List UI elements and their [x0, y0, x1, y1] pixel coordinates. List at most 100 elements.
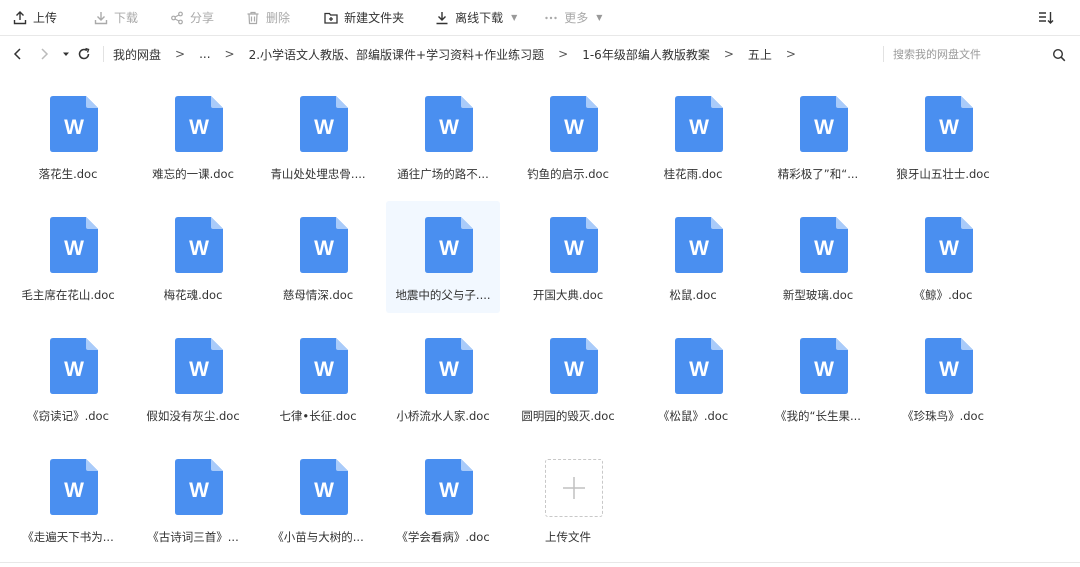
new-folder-button[interactable]: 新建文件夹: [311, 0, 418, 36]
file-name: 难忘的一课.doc: [152, 167, 234, 181]
svg-text:W: W: [314, 479, 334, 502]
file-item[interactable]: W 《珍珠鸟》.doc: [886, 322, 1000, 434]
file-name: 毛主席在花山.doc: [21, 288, 115, 302]
breadcrumb-item[interactable]: 我的网盘: [113, 46, 161, 63]
sort-icon[interactable]: [1038, 10, 1054, 26]
back-arrow-icon[interactable]: [11, 47, 25, 61]
breadcrumb-item[interactable]: ...: [199, 47, 210, 61]
file-name: 《学会看病》.doc: [396, 530, 490, 544]
svg-text:W: W: [439, 358, 459, 381]
word-doc-icon: W: [800, 338, 848, 394]
file-item[interactable]: W 地震中的父与子....: [386, 201, 500, 313]
svg-text:W: W: [314, 116, 334, 139]
file-name: 《珍珠鸟》.doc: [902, 409, 984, 423]
more-label: 更多: [564, 11, 589, 25]
file-item[interactable]: W 《窃读记》.doc: [11, 322, 125, 434]
svg-text:W: W: [189, 237, 209, 260]
forward-arrow-icon[interactable]: [37, 47, 51, 61]
file-item[interactable]: W 假如没有灰尘.doc: [136, 322, 250, 434]
file-name: 青山处处埋忠骨....: [270, 167, 366, 181]
file-item[interactable]: W 精彩极了”和“...: [761, 80, 875, 192]
breadcrumb-separator-icon: >: [224, 47, 235, 61]
file-name: 《松鼠》.doc: [657, 409, 729, 423]
file-name: 新型玻璃.doc: [782, 288, 854, 302]
file-name: 桂花雨.doc: [663, 167, 723, 181]
more-dots-icon: [544, 11, 558, 25]
svg-text:W: W: [689, 358, 709, 381]
upload-icon: [13, 10, 27, 25]
file-item[interactable]: W 狼牙山五壮士.doc: [886, 80, 1000, 192]
file-item[interactable]: W 松鼠.doc: [636, 201, 750, 313]
word-doc-icon: W: [300, 217, 348, 273]
download-button[interactable]: 下载: [81, 0, 152, 36]
file-item[interactable]: W 落花生.doc: [11, 80, 125, 192]
file-item[interactable]: W 钓鱼的启示.doc: [511, 80, 625, 192]
file-item[interactable]: W 梅花魂.doc: [136, 201, 250, 313]
svg-text:W: W: [64, 116, 84, 139]
file-item[interactable]: W 通往广场的路不...: [386, 80, 500, 192]
svg-text:W: W: [439, 116, 459, 139]
svg-text:W: W: [689, 237, 709, 260]
svg-text:W: W: [814, 358, 834, 381]
word-doc-icon: W: [300, 338, 348, 394]
trash-icon: [246, 11, 260, 25]
file-item[interactable]: W 桂花雨.doc: [636, 80, 750, 192]
word-doc-icon: W: [50, 217, 98, 273]
file-item[interactable]: W 七律•长征.doc: [261, 322, 375, 434]
svg-text:W: W: [314, 358, 334, 381]
offline-download-label: 离线下载: [455, 11, 504, 25]
file-item[interactable]: W 《古诗词三首》...: [136, 443, 250, 555]
file-item[interactable]: W 青山处处埋忠骨....: [261, 80, 375, 192]
file-name: 《我的“长生果...: [775, 409, 861, 423]
word-doc-icon: W: [550, 338, 598, 394]
offline-download-icon: [435, 11, 449, 25]
file-item[interactable]: W 毛主席在花山.doc: [11, 201, 125, 313]
word-doc-icon: W: [50, 459, 98, 515]
word-doc-icon: W: [50, 96, 98, 152]
offline-download-button[interactable]: 离线下载 ▼: [422, 0, 531, 36]
file-item[interactable]: W 《鲸》.doc: [886, 201, 1000, 313]
file-item[interactable]: W 慈母情深.doc: [261, 201, 375, 313]
file-name: 松鼠.doc: [669, 288, 717, 302]
file-item[interactable]: W 难忘的一课.doc: [136, 80, 250, 192]
svg-text:W: W: [939, 358, 959, 381]
chevron-down-icon: ▼: [596, 13, 603, 22]
share-label: 分享: [190, 11, 215, 25]
word-doc-icon: W: [550, 217, 598, 273]
history-dropdown-icon[interactable]: [59, 47, 73, 61]
upload-file-tile[interactable]: 上传文件: [511, 443, 625, 555]
refresh-icon[interactable]: [77, 47, 91, 61]
breadcrumb-item[interactable]: 2.小学语文人教版、部编版课件+学习资料+作业练习题: [249, 46, 545, 63]
breadcrumb-separator-icon: >: [723, 47, 734, 61]
file-item[interactable]: W 《学会看病》.doc: [386, 443, 500, 555]
file-item[interactable]: W 新型玻璃.doc: [761, 201, 875, 313]
file-item[interactable]: W 圆明园的毁灭.doc: [511, 322, 625, 434]
svg-text:W: W: [439, 237, 459, 260]
file-item[interactable]: W 《松鼠》.doc: [636, 322, 750, 434]
breadcrumb-item[interactable]: 1-6年级部编人教版教案: [582, 46, 710, 63]
word-doc-icon: W: [175, 338, 223, 394]
search-input[interactable]: [893, 44, 1043, 64]
file-name: 《小苗与大树的...: [272, 530, 364, 544]
word-doc-icon: W: [300, 459, 348, 515]
more-button[interactable]: 更多 ▼: [531, 0, 616, 36]
file-item[interactable]: W 小桥流水人家.doc: [386, 322, 500, 434]
breadcrumb-separator-icon: >: [558, 47, 569, 61]
file-item[interactable]: W 《小苗与大树的...: [261, 443, 375, 555]
breadcrumb: 我的网盘 > ... > 2.小学语文人教版、部编版课件+学习资料+作业练习题 …: [113, 36, 810, 72]
file-item[interactable]: W 开国大典.doc: [511, 201, 625, 313]
share-button[interactable]: 分享: [157, 0, 228, 36]
word-doc-icon: W: [800, 96, 848, 152]
svg-text:W: W: [439, 479, 459, 502]
file-item[interactable]: W 《我的“长生果...: [761, 322, 875, 434]
toolbar: 上传 下载 分享 删除 新建文件夹 离线下载 ▼ 更多 ▼: [0, 0, 1080, 36]
new-folder-label: 新建文件夹: [344, 11, 405, 25]
file-item[interactable]: W 《走遍天下书为...: [11, 443, 125, 555]
breadcrumb-item-current[interactable]: 五上: [748, 46, 772, 63]
upload-button[interactable]: 上传: [0, 0, 71, 36]
file-name: 狼牙山五壮士.doc: [896, 167, 990, 181]
search-icon[interactable]: [1052, 47, 1066, 62]
delete-button[interactable]: 删除: [233, 0, 304, 36]
word-doc-icon: W: [425, 338, 473, 394]
upload-label: 上传: [33, 11, 58, 25]
